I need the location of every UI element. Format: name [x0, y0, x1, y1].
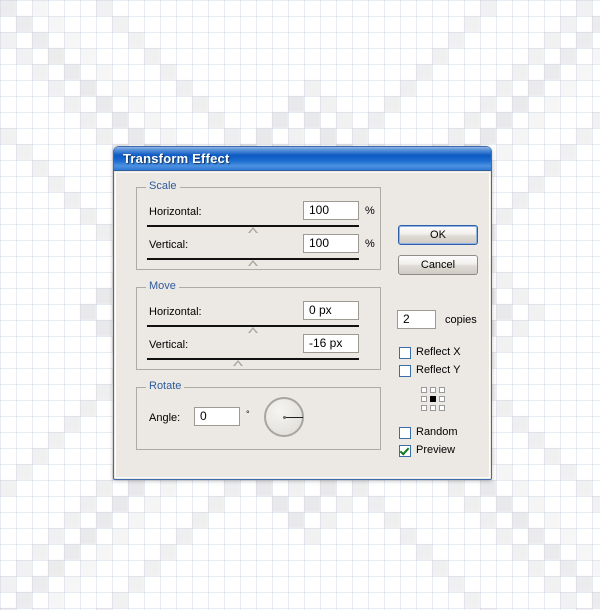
- move-horizontal-slider-thumb[interactable]: [248, 327, 258, 333]
- group-rotate-label: Rotate: [146, 381, 185, 392]
- reflect-x-checkbox[interactable]: [399, 347, 411, 359]
- copies-label: copies: [445, 314, 477, 326]
- reference-point-cell[interactable]: [430, 396, 436, 402]
- move-vertical-slider-thumb[interactable]: [233, 360, 243, 366]
- reference-point-cell[interactable]: [421, 405, 427, 411]
- move-vertical-input[interactable]: -16 px: [303, 334, 359, 353]
- scale-horizontal-input[interactable]: 100: [303, 201, 359, 220]
- ok-button[interactable]: OK: [398, 225, 478, 245]
- preview-checkbox[interactable]: [399, 445, 411, 457]
- scale-horizontal-label: Horizontal:: [149, 206, 202, 218]
- move-horizontal-input[interactable]: 0 px: [303, 301, 359, 320]
- rotate-angle-input[interactable]: 0: [194, 407, 240, 426]
- dialog-title: Transform Effect: [123, 151, 230, 166]
- scale-vertical-slider-thumb[interactable]: [248, 260, 258, 266]
- cancel-button[interactable]: Cancel: [398, 255, 478, 275]
- angle-dial-icon[interactable]: [264, 397, 304, 437]
- preview-label: Preview: [416, 444, 456, 456]
- scale-horizontal-unit: %: [365, 205, 375, 217]
- group-scale-label: Scale: [146, 181, 180, 192]
- reference-point-cell[interactable]: [430, 387, 436, 393]
- scale-vertical-label: Vertical:: [149, 239, 189, 251]
- scale-horizontal-slider-thumb[interactable]: [248, 227, 258, 233]
- dialog-body: Scale Horizontal: 100 % Vertical: 100 % …: [115, 172, 490, 478]
- random-label: Random: [416, 426, 458, 438]
- group-move-label: Move: [146, 281, 179, 292]
- scale-vertical-unit: %: [365, 238, 375, 250]
- reference-point-cell[interactable]: [421, 396, 427, 402]
- rotate-angle-unit: °: [246, 409, 250, 419]
- reference-point-cell[interactable]: [439, 396, 445, 402]
- dialog-content: Scale Horizontal: 100 % Vertical: 100 % …: [116, 173, 489, 477]
- move-vertical-slider-track[interactable]: [147, 358, 359, 360]
- reflect-y-label: Reflect Y: [416, 364, 461, 376]
- copies-input[interactable]: 2: [397, 310, 436, 329]
- reference-point-cell[interactable]: [430, 405, 436, 411]
- reference-point-cell[interactable]: [439, 387, 445, 393]
- reflect-y-checkbox[interactable]: [399, 365, 411, 377]
- dialog-titlebar[interactable]: Transform Effect: [114, 147, 491, 171]
- angle-dial-center-dot: [282, 415, 286, 419]
- rotate-angle-label: Angle:: [149, 412, 181, 424]
- angle-dial-hand: [284, 416, 303, 418]
- reference-point-cell[interactable]: [421, 387, 427, 393]
- reference-point-grid-icon[interactable]: [421, 387, 446, 412]
- scale-vertical-input[interactable]: 100: [303, 234, 359, 253]
- random-checkbox[interactable]: [399, 427, 411, 439]
- move-vertical-label: Vertical:: [149, 339, 189, 351]
- reflect-x-label: Reflect X: [416, 346, 461, 358]
- transform-effect-dialog: Transform Effect Scale Horizontal: 100 %…: [113, 146, 492, 480]
- move-horizontal-label: Horizontal:: [149, 306, 202, 318]
- reference-point-cell[interactable]: [439, 405, 445, 411]
